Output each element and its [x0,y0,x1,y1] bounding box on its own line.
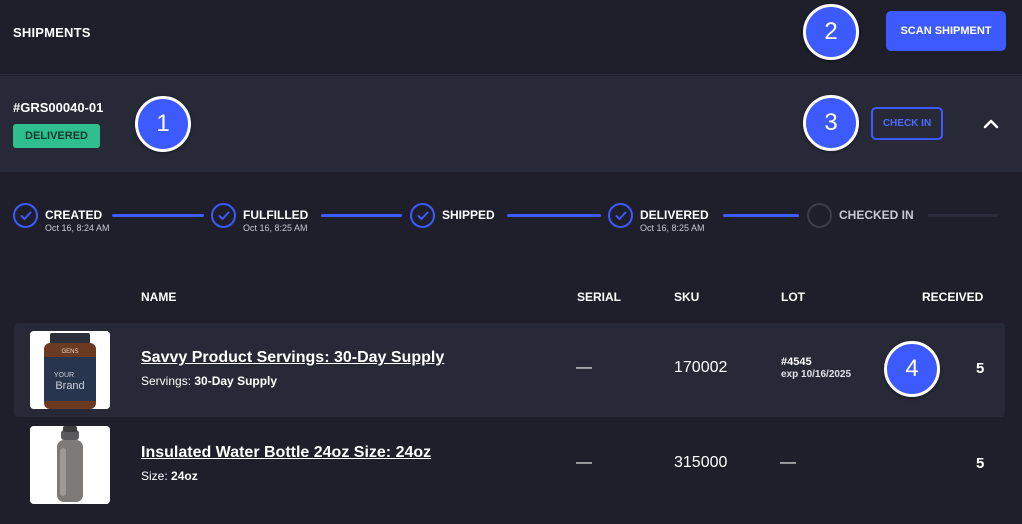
supplement-bottle-image: GENS YOUR Brand [30,331,110,409]
water-bottle-image [30,426,110,504]
step-check [211,203,236,228]
variant-key: Servings: [141,374,192,388]
serial-value: — [576,454,592,471]
received-count: 5 [976,455,985,472]
step-label: CHECKED IN [839,208,914,222]
column-header-name: NAME [141,290,177,304]
column-header-lot: LOT [781,290,805,304]
serial-value: — [576,359,592,376]
column-header-received: RECEIVED [922,290,984,304]
top-bar: SHIPMENTS SCAN SHIPMENT [0,0,1022,75]
product-name-link[interactable]: Savvy Product Servings: 30-Day Supply [141,349,444,367]
variant-key: Size: [141,469,168,483]
step-pending-circle [807,203,832,228]
check-in-button[interactable]: CHECK IN [871,107,943,140]
table-row[interactable]: GENS YOUR Brand Savvy Product Servings: … [14,323,1005,417]
page-title: SHIPMENTS [13,25,91,40]
step-check [410,203,435,228]
timeline-connector [112,214,204,217]
column-header-serial: SERIAL [577,290,622,304]
lot-value: — [780,454,796,471]
annotation-marker-3: 3 [803,95,859,151]
shipment-id: #GRS00040-01 [13,100,104,115]
step-date: Oct 16, 8:24 AM [45,223,110,233]
svg-text:GENS: GENS [61,349,78,355]
check-icon [417,211,428,220]
check-icon [615,211,626,220]
step-check [13,203,38,228]
step-date: Oct 16, 8:25 AM [640,223,705,233]
scan-shipment-button[interactable]: SCAN SHIPMENT [886,11,1006,51]
product-name-link[interactable]: Insulated Water Bottle 24oz Size: 24oz [141,444,431,462]
annotation-marker-2: 2 [803,4,859,60]
timeline-connector [507,214,601,217]
chevron-up-icon [983,119,999,129]
table-header: NAME SERIAL SKU LOT RECEIVED [0,288,1022,308]
step-date: Oct 16, 8:25 AM [243,223,308,233]
timeline-connector [928,214,998,217]
collapse-toggle[interactable] [978,112,1004,136]
sku-value: 170002 [674,359,728,376]
column-header-sku: SKU [674,290,700,304]
svg-text:YOUR: YOUR [54,372,74,379]
timeline-connector [321,214,402,217]
product-variant: Servings: 30-Day Supply [141,374,277,388]
sku-value: 315000 [674,454,728,471]
table-row[interactable]: Insulated Water Bottle 24oz Size: 24oz S… [14,418,1005,512]
product-image [30,426,110,504]
step-label: CREATED [45,208,103,222]
status-timeline: CREATED Oct 16, 8:24 AM FULFILLED Oct 16… [0,172,1022,262]
product-variant: Size: 24oz [141,469,198,483]
check-icon [20,211,31,220]
status-badge: DELIVERED [13,124,100,148]
step-label: DELIVERED [640,208,709,222]
step-check [608,203,633,228]
step-label: SHIPPED [442,208,495,222]
annotation-marker-4: 4 [884,341,940,397]
step-label: FULFILLED [243,208,309,222]
lot-expiration: exp 10/16/2025 [781,369,852,380]
received-count: 5 [976,360,985,377]
timeline-connector [723,214,799,217]
annotation-marker-1: 1 [135,96,191,152]
variant-value: 24oz [171,469,198,483]
lot-number: #4545 [781,356,812,368]
check-icon [218,211,229,220]
product-image: GENS YOUR Brand [30,331,110,409]
svg-text:Brand: Brand [55,380,84,392]
variant-value: 30-Day Supply [194,374,278,388]
